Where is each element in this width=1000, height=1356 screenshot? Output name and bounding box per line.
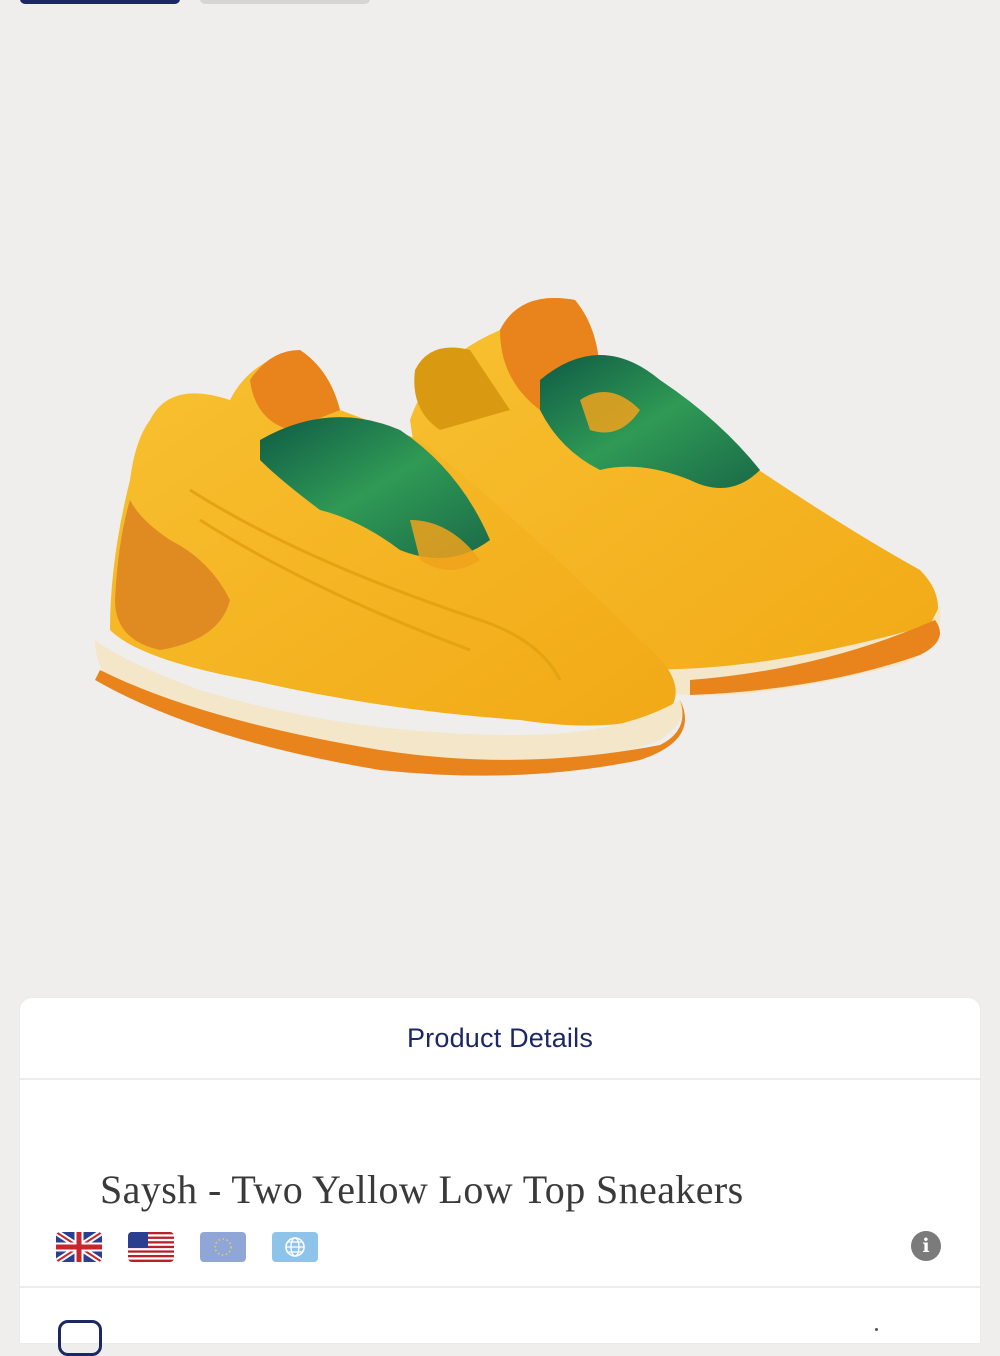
product-name: Saysh - Two Yellow Low Top Sneakers xyxy=(100,1167,744,1212)
globe-flag-icon[interactable] xyxy=(272,1232,318,1262)
size-guide-icon[interactable] xyxy=(58,1320,102,1356)
card-header: Product Details xyxy=(20,998,980,1080)
info-icon[interactable]: i xyxy=(911,1231,941,1261)
eu-flag-icon[interactable] xyxy=(200,1232,246,1262)
product-details-card: Product Details Saysh - Two Yellow Low T… xyxy=(20,998,980,1356)
divider xyxy=(20,1286,980,1288)
dot-icon xyxy=(875,1328,878,1331)
size-region-selector xyxy=(56,1232,318,1262)
sneakers-illustration xyxy=(95,298,941,776)
uk-flag-icon[interactable] xyxy=(56,1232,102,1262)
product-image[interactable] xyxy=(0,0,1000,990)
card-title: Product Details xyxy=(406,1022,594,1053)
us-flag-icon[interactable] xyxy=(128,1232,174,1262)
